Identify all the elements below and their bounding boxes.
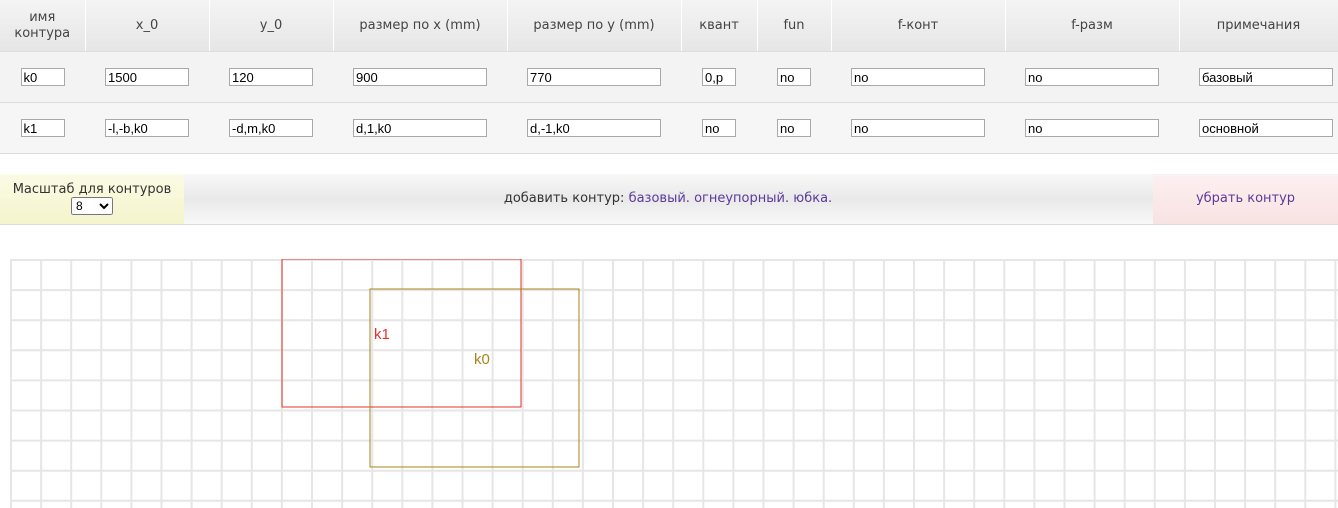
- y0-input[interactable]: [229, 68, 313, 86]
- y0-input[interactable]: [229, 119, 313, 137]
- divider: [0, 224, 1338, 225]
- table-header-row: имя контура x_0 y_0 размер по x (mm) раз…: [0, 0, 1338, 52]
- size-y-input[interactable]: [527, 68, 661, 86]
- size-x-input[interactable]: [353, 119, 487, 137]
- fun-input[interactable]: [777, 119, 811, 137]
- col-header-fun: fun: [757, 0, 832, 52]
- scale-panel: Масштаб для контуров 8: [0, 174, 184, 224]
- add-contour-label: добавить контур:: [503, 191, 625, 206]
- f-cont-input[interactable]: [851, 68, 985, 86]
- contour-k0-label: k0: [474, 351, 490, 368]
- f-size-input[interactable]: [1025, 119, 1159, 137]
- notes-input[interactable]: [1199, 119, 1333, 137]
- add-contour-panel: добавить контур: базовый. огнеупорный. ю…: [184, 174, 1152, 224]
- col-header-f-cont: f-конт: [831, 0, 1006, 52]
- size-x-input[interactable]: [353, 68, 487, 86]
- contours-table: имя контура x_0 y_0 размер по x (mm) раз…: [0, 0, 1338, 154]
- fun-input[interactable]: [777, 68, 811, 86]
- f-cont-input[interactable]: [851, 119, 985, 137]
- f-size-input[interactable]: [1025, 68, 1159, 86]
- col-header-size-x: размер по x (mm): [333, 0, 508, 52]
- toolbar: Масштаб для контуров 8 добавить контур: …: [0, 174, 1338, 224]
- name-input[interactable]: [20, 119, 65, 137]
- col-header-x0: x_0: [85, 0, 210, 52]
- remove-contour-button[interactable]: убрать контур: [1153, 174, 1338, 224]
- x0-input[interactable]: [105, 68, 189, 86]
- scale-select[interactable]: 8: [71, 197, 113, 215]
- table-row: [0, 51, 1338, 103]
- add-skirt-link[interactable]: юбка.: [793, 191, 832, 206]
- notes-input[interactable]: [1199, 68, 1333, 86]
- contour-k1-label: k1: [374, 326, 390, 343]
- contour-canvas[interactable]: k1 k0: [10, 259, 1338, 508]
- name-input[interactable]: [20, 68, 65, 86]
- x0-input[interactable]: [105, 119, 189, 137]
- col-header-f-size: f-разм: [1005, 0, 1180, 52]
- col-header-name: имя контура: [0, 0, 86, 52]
- add-fireproof-link[interactable]: огнеупорный.: [694, 191, 789, 206]
- col-header-notes: примечания: [1179, 0, 1338, 52]
- col-header-y0: y_0: [209, 0, 334, 52]
- quant-input[interactable]: [702, 68, 736, 86]
- table-row: [0, 102, 1338, 154]
- size-y-input[interactable]: [527, 119, 661, 137]
- col-header-size-y: размер по y (mm): [507, 0, 682, 52]
- quant-input[interactable]: [702, 119, 736, 137]
- scale-label: Масштаб для контуров: [12, 182, 172, 197]
- add-base-link[interactable]: базовый.: [629, 191, 690, 206]
- col-header-quant: квант: [681, 0, 758, 52]
- grid-lines: [10, 259, 1338, 508]
